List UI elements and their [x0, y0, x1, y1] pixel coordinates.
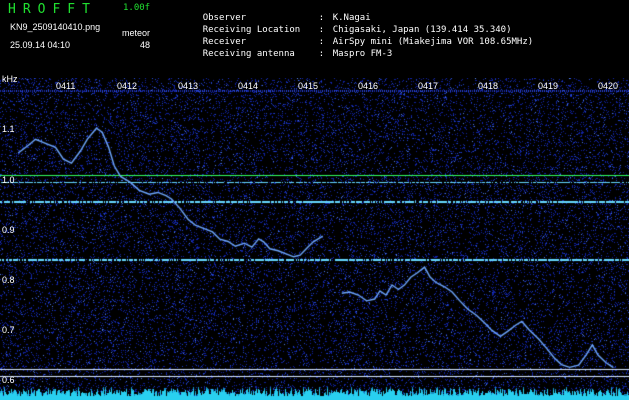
capture-timestamp: 25.09.14 04:10	[10, 40, 71, 50]
app-title: HROFFT	[8, 2, 97, 17]
meta-row-antenna: Receiving antenna: Maspro FM-3	[181, 39, 393, 69]
time-label: 0411	[56, 81, 76, 91]
ytick-label: 1.0	[2, 175, 15, 185]
time-label: 0418	[478, 81, 499, 91]
meta-key: Receiving antenna	[202, 49, 295, 59]
detection-count: 48	[140, 40, 151, 50]
ytick-label: 0.7	[2, 325, 15, 335]
ytick-label: 0.6	[2, 375, 15, 385]
time-label: 0420	[598, 81, 619, 91]
time-label: 0414	[238, 81, 259, 91]
time-label: 0413	[178, 81, 199, 91]
ytick-label: 0.9	[2, 225, 15, 235]
hrofft-window: HROFFT 1.00f KN9_2509140410.png meteor 2…	[0, 0, 629, 400]
spectrogram-canvas	[0, 78, 629, 400]
app-version: 1.00f	[123, 3, 151, 13]
mode-label: meteor	[122, 28, 151, 38]
time-label: 0417	[418, 81, 439, 91]
ytick-label: 1.1	[2, 124, 15, 134]
meta-separator: :	[318, 49, 325, 59]
time-label: 0416	[358, 81, 379, 91]
image-filename: KN9_2509140410.png	[10, 22, 101, 32]
frequency-unit-label: kHz	[2, 74, 18, 84]
time-label: 0419	[538, 81, 559, 91]
time-label: 0415	[298, 81, 319, 91]
meta-value: Maspro FM-3	[332, 49, 393, 59]
ytick-label: 0.8	[2, 275, 15, 285]
time-label: 0412	[117, 81, 138, 91]
